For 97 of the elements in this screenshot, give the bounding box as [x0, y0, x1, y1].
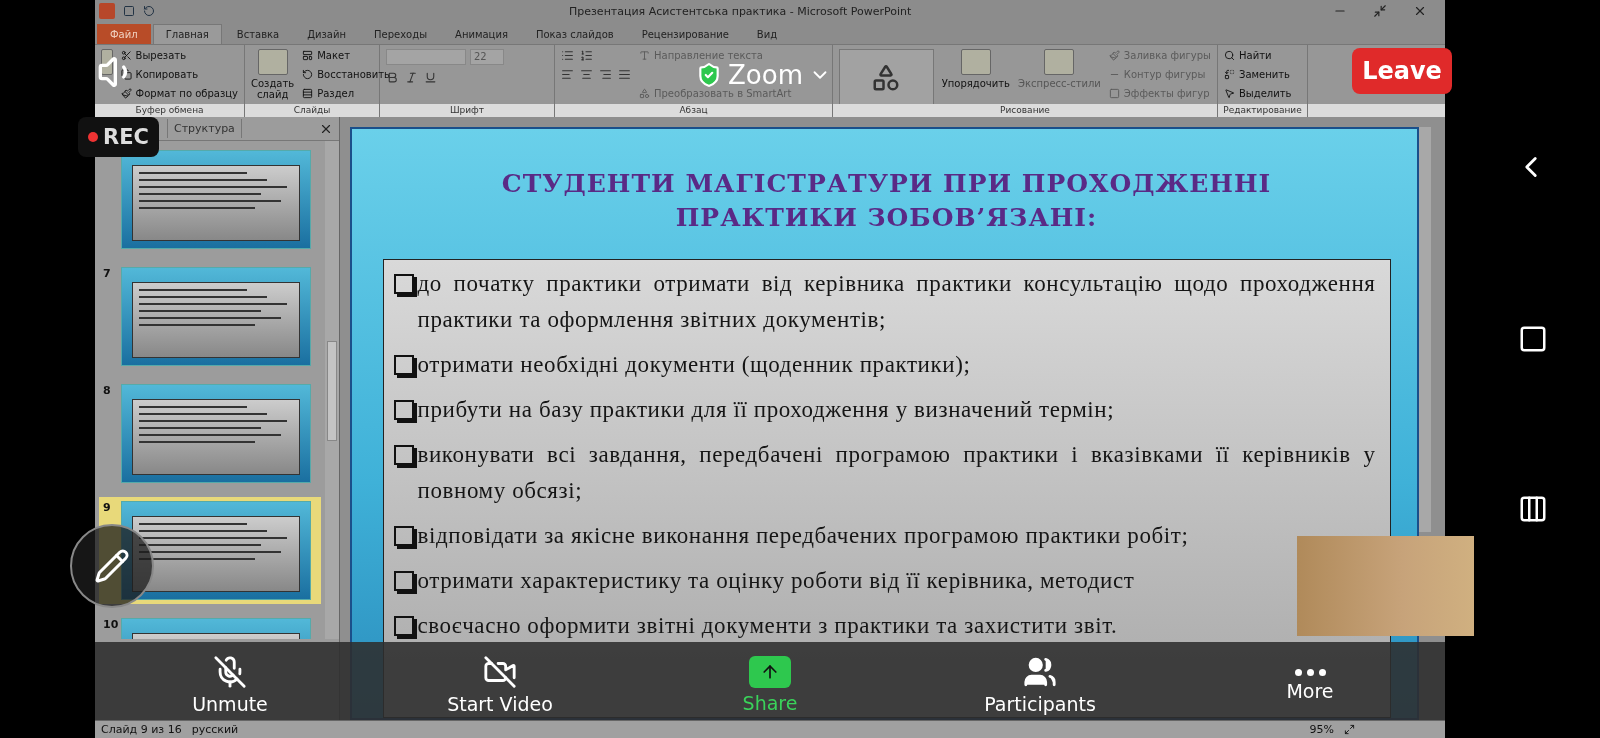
ribbon-item-icon	[1224, 88, 1235, 99]
toolbar-button[interactable]: Share	[690, 655, 850, 715]
ribbon-item[interactable]: Раздел	[302, 87, 390, 100]
bullet-text: прибути на базу практики для її проходження у визначений термін;	[417, 396, 1115, 424]
more-icon	[1294, 668, 1326, 676]
group-label: Редактирование	[1218, 104, 1307, 117]
ribbon-item-icon	[1224, 69, 1235, 80]
ribbon-tab[interactable]: Переходы	[361, 24, 441, 44]
slide-thumbnail[interactable]	[121, 384, 311, 483]
font-name-field[interactable]	[386, 49, 466, 65]
ribbon-tab[interactable]: Файл	[97, 24, 151, 44]
new-slide-button[interactable]: Создать слайд	[251, 49, 295, 100]
bullet-text: відповідати за якісне виконання передбачених програмою практики робіт;	[417, 522, 1189, 550]
bullet-text: виконувати всі завдання, передбачені програмою практики і вказівками її керівників у повному обсязі;	[417, 441, 1376, 505]
toolbar-button[interactable]: Participants	[960, 654, 1120, 716]
toolbar-button[interactable]: More	[1230, 667, 1390, 703]
slide-number: 10	[103, 618, 117, 633]
toolbar-button[interactable]: Unmute	[150, 654, 310, 716]
ribbon-item-icon	[120, 50, 132, 61]
participants-icon	[1023, 655, 1057, 689]
ribbon-item-icon	[1224, 50, 1235, 61]
fit-icon[interactable]	[1344, 724, 1355, 735]
ribbon-item[interactable]: Макет	[302, 49, 390, 62]
muted-microphone-icon	[213, 655, 247, 689]
bullet-text: отримати необхідні документи (щоденник практики);	[417, 351, 971, 379]
group-label: Абзац	[555, 104, 832, 117]
group-label: Буфер обмена	[95, 104, 244, 117]
ribbon-item-icon	[302, 88, 314, 99]
ribbon-tab[interactable]: Анимация	[442, 24, 521, 44]
slide-number: 7	[103, 267, 112, 282]
ribbon-item-icon	[302, 69, 314, 80]
video-off-icon	[483, 655, 517, 689]
ribbon-item[interactable]: Вырезать	[120, 49, 238, 62]
ribbon-item-icon	[120, 88, 132, 99]
app-logo-icon	[99, 3, 115, 19]
toolbar-button[interactable]: Start Video	[420, 654, 580, 716]
scrollbar-track[interactable]	[325, 141, 339, 639]
recent-apps-icon[interactable]	[1518, 494, 1548, 524]
shapes-gallery[interactable]	[839, 49, 934, 107]
scrollbar-track[interactable]	[1419, 127, 1431, 532]
leave-button[interactable]: Leave	[1352, 48, 1452, 94]
group-label: Рисование	[833, 104, 1217, 117]
ribbon-item-icon	[120, 69, 132, 80]
ribbon-tab[interactable]: Вставка	[223, 24, 293, 44]
bullet-text: до початку практики отримати від керівника практики консультацію щодо проходження практики та оформлення звітних документів;	[417, 270, 1376, 334]
bullet-icon	[393, 445, 414, 465]
save-icon[interactable]	[123, 5, 135, 17]
ribbon-item-icon	[302, 50, 314, 61]
slide-thumbnail[interactable]	[121, 150, 311, 249]
ribbon-item-icon	[639, 88, 650, 99]
zoom-level[interactable]: 95%	[1309, 723, 1334, 736]
alignment-icons[interactable]	[561, 68, 631, 81]
ribbon-tab[interactable]: Рецензирование	[628, 24, 742, 44]
bullet-text: отримати характеристику та оцінку роботи від її керівника, методист	[417, 567, 1135, 595]
font-size-field[interactable]: 22	[470, 49, 504, 65]
ribbon-item[interactable]: Выделить	[1224, 87, 1292, 100]
ribbon-item-icon	[1108, 50, 1120, 61]
language-indicator[interactable]: русский	[191, 723, 239, 736]
slide-number: 8	[103, 384, 112, 399]
group-label: Слайды	[245, 104, 379, 117]
bullet-icon	[393, 571, 414, 591]
ribbon-item[interactable]: Формат по образцу	[120, 87, 238, 100]
slide-thumbnail[interactable]	[121, 267, 311, 366]
pencil-icon	[94, 548, 130, 584]
ribbon-item[interactable]: Копировать	[120, 68, 238, 81]
restore-icon[interactable]	[1373, 4, 1387, 18]
ribbon-item[interactable]: Заменить	[1224, 68, 1292, 81]
arrange-button[interactable]: Упорядочить	[941, 49, 1010, 89]
ribbon-tab[interactable]: Вид	[743, 24, 791, 44]
recording-badge: REC	[78, 117, 159, 157]
close-icon[interactable]	[1413, 4, 1427, 18]
ribbon-item[interactable]: Найти	[1224, 49, 1292, 62]
ribbon-item-icon	[639, 50, 650, 61]
slide-thumbnail[interactable]	[121, 501, 311, 600]
bullet-icon	[393, 616, 414, 636]
bullet-icon	[393, 400, 414, 420]
ribbon-item-icon	[1108, 88, 1120, 99]
share-icon	[749, 656, 791, 688]
scrollbar-thumb[interactable]	[327, 341, 337, 441]
bullet-icon	[393, 274, 414, 294]
ribbon-item[interactable]: Восстановить	[302, 68, 390, 81]
group-label: Шрифт	[380, 104, 554, 117]
slide-counter: Слайд 9 из 16	[101, 723, 182, 736]
slide-title: СТУДЕНТИ МАГІСТРАТУРИ ПРИ ПРОХОДЖЕННІ ПРАКТИКИ ЗОБОВ’ЯЗАНІ:	[500, 168, 1273, 234]
undo-icon[interactable]	[143, 5, 155, 17]
bullet-icon	[393, 355, 414, 375]
slide-number: 9	[103, 501, 112, 516]
window-title: Презентация Асистентська практика - Microsoft PowerPoint	[569, 4, 913, 18]
ribbon-tab[interactable]: Показ слайдов	[522, 24, 627, 44]
home-icon[interactable]	[1518, 324, 1548, 354]
panel-tab[interactable]: Структура	[167, 119, 242, 138]
meeting-title[interactable]: Zoom	[696, 63, 831, 87]
bullet-text: своєчасно оформити звітні документи з практики та захистити звіт.	[417, 612, 1118, 640]
bullet-icon	[393, 526, 414, 546]
ribbon-tab[interactable]: Дизайн	[294, 24, 359, 44]
ribbon-tab[interactable]: Главная	[152, 24, 222, 44]
paste-icon[interactable]	[101, 49, 113, 75]
